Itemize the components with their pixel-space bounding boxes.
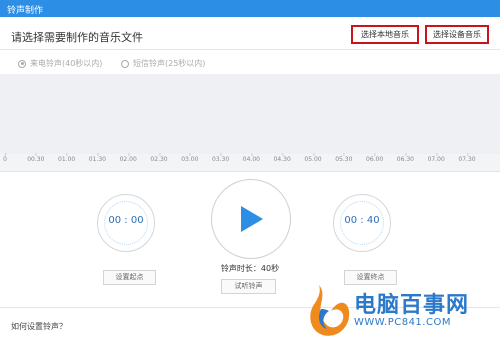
timeline-tick: 02.00 [119, 153, 137, 163]
set-start-button[interactable]: 设置起点 [103, 270, 156, 285]
watermark-url: WWW.PC841.COM [354, 317, 451, 328]
window-title: 铃声制作 [7, 6, 44, 16]
timeline-tick: 02.30 [150, 153, 168, 163]
how-to-set-ringtone-link[interactable]: 如何设置铃声？ [11, 321, 67, 332]
radio-sms-icon[interactable] [121, 59, 129, 68]
select-device-music-button[interactable]: 选择设备音乐 [425, 25, 489, 44]
waveform-area[interactable] [0, 74, 500, 154]
play-button[interactable] [211, 179, 291, 259]
timeline-tick: 05.30 [335, 153, 353, 163]
play-icon [241, 206, 263, 232]
title-bar: 铃声制作 [0, 0, 500, 17]
timeline-tick: 06.30 [396, 153, 414, 163]
select-local-music-button[interactable]: 选择本地音乐 [351, 25, 419, 44]
watermark: 电脑百事网 WWW.PC841.COM [307, 283, 497, 345]
timeline-tick: 03.00 [181, 153, 199, 163]
audition-button[interactable]: 试听铃声 [221, 279, 276, 294]
timeline-tick: 05.00 [304, 153, 322, 163]
ringtone-type-sms[interactable]: 短信铃声(25秒以内) [121, 58, 205, 69]
timeline-tick: 01.00 [58, 153, 76, 163]
timeline-tick: 01.30 [88, 153, 106, 163]
timeline-tick: 07.00 [427, 153, 445, 163]
timeline-tick: 0 [3, 153, 7, 163]
ringtone-type-call[interactable]: 来电铃声(40秒以内) [18, 58, 102, 69]
ringtone-type-sms-label: 短信铃声(25秒以内) [133, 59, 206, 68]
select-file-prompt: 请选择需要制作的音乐文件 [11, 31, 143, 44]
timeline-tick: 04.30 [273, 153, 291, 163]
end-time-dial[interactable]: 00 : 40 [333, 194, 391, 252]
timeline-tick: 00.30 [27, 153, 45, 163]
watermark-logo-icon [310, 285, 350, 336]
ringtone-duration: 铃声时长：40秒 [220, 264, 280, 273]
timeline-tick: 03.30 [212, 153, 230, 163]
watermark-name: 电脑百事网 [354, 293, 470, 318]
timeline-ruler: 0 00.30 01.00 01.30 02.00 02.30 03.00 03.30 04.0… [0, 153, 500, 172]
ringtone-type-call-label: 来电铃声(40秒以内) [30, 59, 103, 68]
timeline-tick: 06.00 [366, 153, 384, 163]
timeline-tick: 07.30 [458, 153, 476, 163]
end-time-value: 00 : 40 [344, 215, 380, 226]
radio-call-icon[interactable] [18, 59, 26, 68]
header-divider [0, 49, 500, 50]
timeline-tick: 04.00 [242, 153, 260, 163]
start-time-value: 00 : 00 [108, 215, 144, 226]
start-time-dial[interactable]: 00 : 00 [97, 194, 155, 252]
